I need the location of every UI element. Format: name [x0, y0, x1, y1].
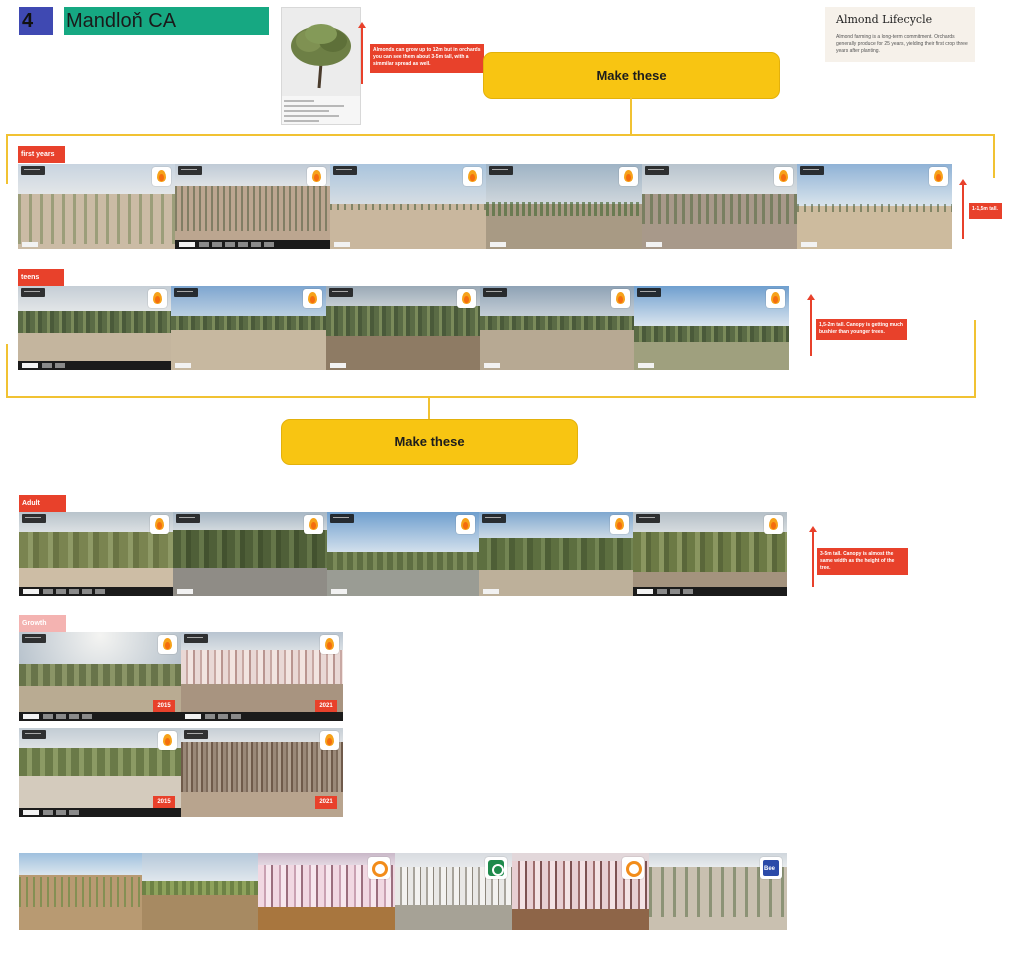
firebase-icon — [304, 515, 323, 534]
firebase-icon — [150, 515, 169, 534]
board-number: 4 — [19, 7, 53, 35]
bottom-photo-5[interactable] — [512, 853, 649, 930]
bracket-top-left — [6, 134, 8, 184]
growth-photo-1-2015[interactable]: 2015 — [19, 632, 181, 721]
firebase-icon — [457, 289, 476, 308]
firebase-icon — [929, 167, 948, 186]
street-view-adult-3[interactable] — [327, 512, 479, 596]
firebase-icon — [307, 167, 326, 186]
tree-reference-card[interactable] — [281, 7, 361, 125]
street-view-first-years-2[interactable] — [175, 164, 330, 249]
street-view-first-years-6[interactable] — [797, 164, 952, 249]
bracket-top-stem — [630, 97, 632, 135]
firebase-icon — [463, 167, 482, 186]
firebase-icon — [320, 731, 339, 750]
bracket-mid-stem — [428, 396, 430, 420]
first-years-height-arrow — [959, 179, 967, 239]
section-tag-growth: Growth — [19, 615, 66, 632]
section-tag-first-years: first years — [18, 146, 65, 163]
adult-height-arrow — [809, 526, 817, 587]
street-view-first-years-4[interactable] — [486, 164, 642, 249]
bracket-top-horizontal — [6, 134, 995, 136]
street-view-teens-2[interactable] — [171, 286, 326, 370]
lifecycle-body: Almond farming is a long-term commitment… — [836, 34, 968, 54]
firebase-icon — [152, 167, 171, 186]
bee-logo-icon — [760, 857, 782, 879]
firebase-icon — [774, 167, 793, 186]
bottom-photo-2[interactable] — [142, 853, 258, 930]
bracket-top-right — [993, 134, 995, 178]
almond-tree-icon — [282, 8, 360, 96]
street-view-teens-1[interactable] — [18, 286, 171, 370]
street-view-teens-4[interactable] — [480, 286, 634, 370]
bottom-photo-6[interactable] — [649, 853, 787, 930]
firebase-icon — [158, 635, 177, 654]
firebase-icon — [148, 289, 167, 308]
street-view-adult-5[interactable] — [633, 512, 787, 596]
firebase-icon — [610, 515, 629, 534]
section-tag-teens: teens — [18, 269, 64, 286]
firebase-icon — [158, 731, 177, 750]
firebase-icon — [303, 289, 322, 308]
firebase-icon — [766, 289, 785, 308]
lifecycle-card[interactable]: Almond Lifecycle Almond farming is a lon… — [825, 7, 975, 62]
make-these-button-middle[interactable]: Make these — [281, 419, 578, 465]
growth-photo-1-2021[interactable]: 2021 — [181, 632, 343, 721]
bracket-mid-right — [974, 320, 976, 398]
bracket-mid-horizontal — [6, 396, 976, 398]
section-tag-adult: Adult — [19, 495, 66, 512]
tree-height-arrow — [358, 22, 366, 84]
street-view-teens-3[interactable] — [326, 286, 480, 370]
bottom-photo-4[interactable] — [395, 853, 512, 930]
bottom-photo-3[interactable] — [258, 853, 395, 930]
tree-height-callout: Almonds can grow up to 12m but in orchar… — [370, 44, 484, 73]
bracket-mid-left — [6, 344, 8, 398]
street-view-first-years-1[interactable] — [18, 164, 175, 249]
firebase-icon — [764, 515, 783, 534]
firebase-icon — [456, 515, 475, 534]
firebase-icon — [611, 289, 630, 308]
firebase-icon — [619, 167, 638, 186]
street-view-first-years-5[interactable] — [642, 164, 797, 249]
growth-photo-2-2015[interactable]: 2015 — [19, 728, 181, 817]
first-years-callout: 1-1,5m tall. — [969, 203, 1002, 219]
street-view-teens-5[interactable] — [634, 286, 789, 370]
teens-callout: 1,5-2m tall. Canopy is getting much bush… — [816, 319, 907, 340]
board-title: Mandloň CA — [64, 7, 269, 35]
bottom-photo-1[interactable] — [19, 853, 142, 930]
brand-logo-icon — [622, 857, 644, 879]
year-badge: 2021 — [315, 796, 337, 809]
app-logo-icon — [485, 857, 507, 879]
street-view-adult-1[interactable] — [19, 512, 173, 596]
street-view-adult-4[interactable] — [479, 512, 633, 596]
make-these-button-top[interactable]: Make these — [483, 52, 780, 99]
firebase-icon — [320, 635, 339, 654]
adult-callout: 3-5m tall. Canopy is almost the same wid… — [817, 548, 908, 575]
street-view-first-years-3[interactable] — [330, 164, 486, 249]
brand-logo-icon — [368, 857, 390, 879]
teens-height-arrow — [807, 294, 815, 356]
street-view-adult-2[interactable] — [173, 512, 327, 596]
growth-photo-2-2021[interactable]: 2021 — [181, 728, 343, 817]
lifecycle-title: Almond Lifecycle — [836, 13, 933, 26]
tree-info-panel — [282, 96, 360, 124]
